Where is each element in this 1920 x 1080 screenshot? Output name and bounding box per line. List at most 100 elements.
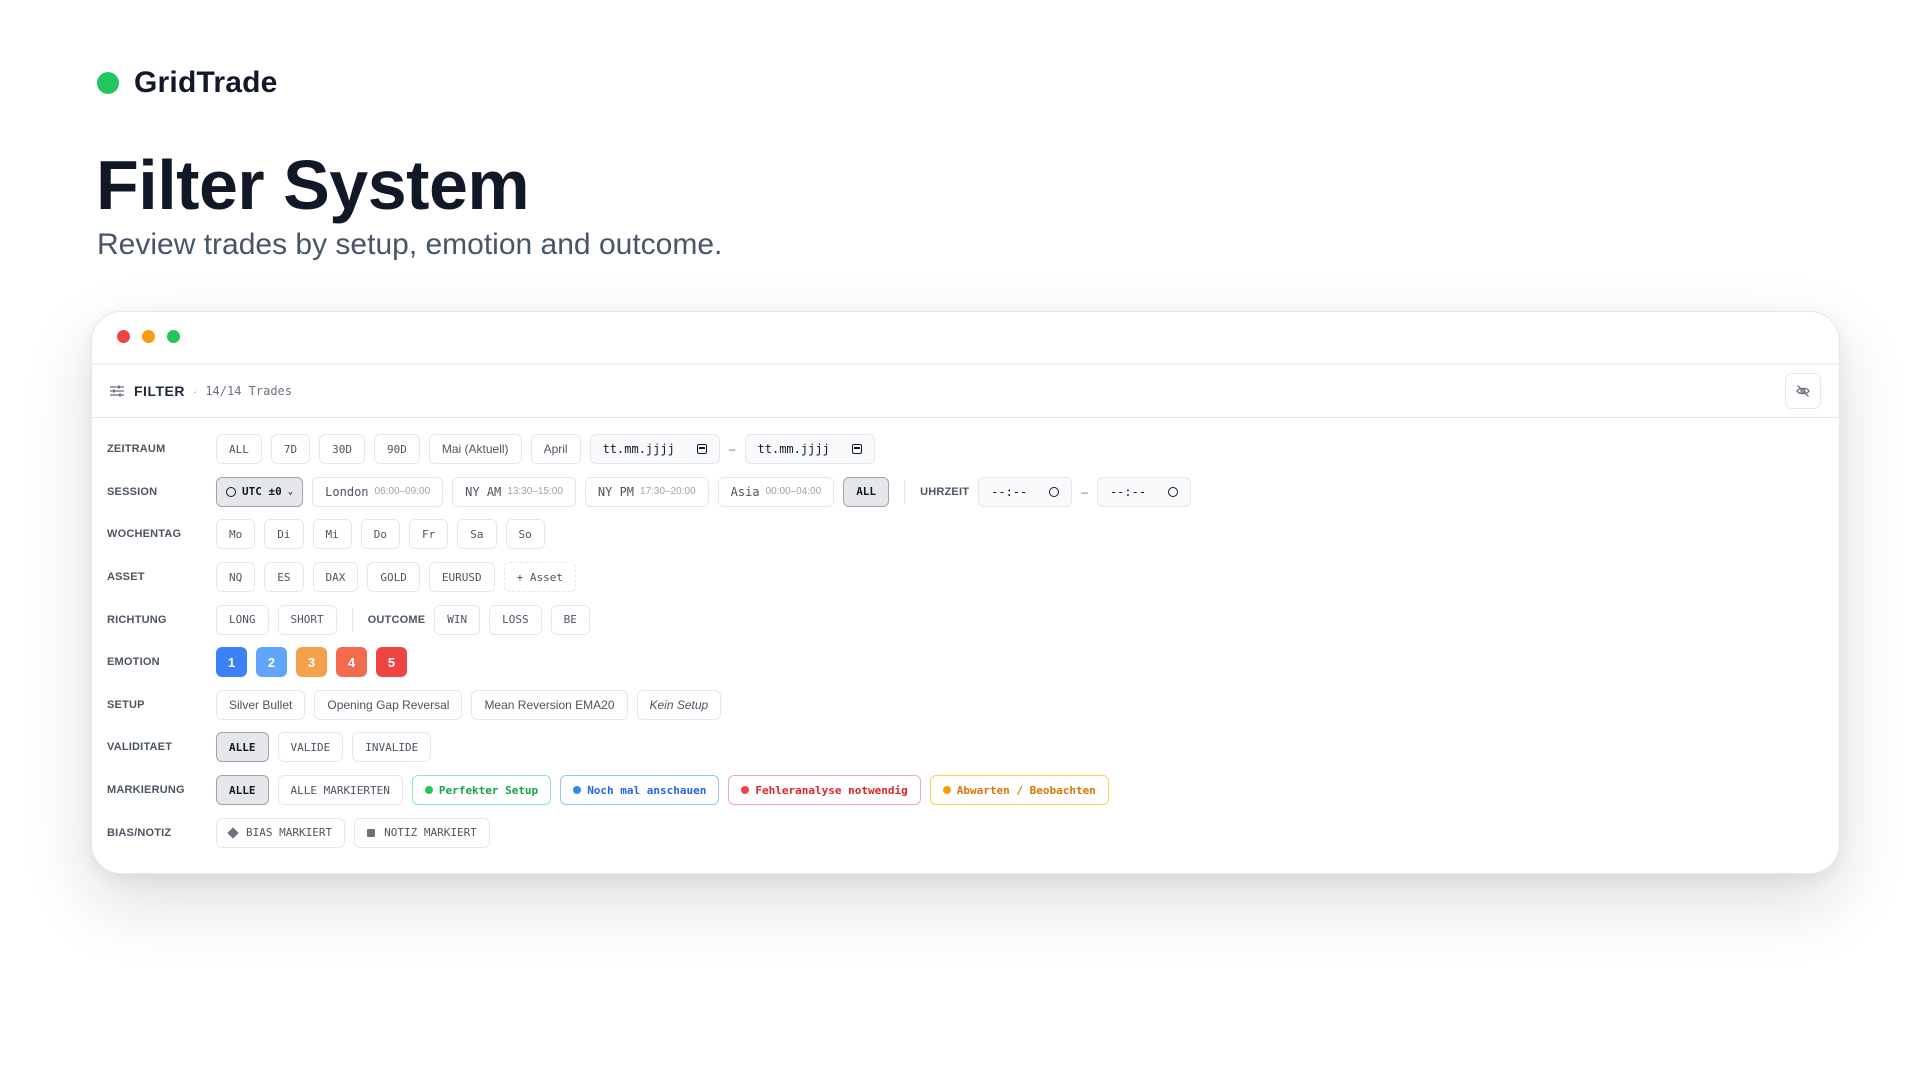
row-label-asset: ASSET <box>107 571 145 584</box>
sliders-icon <box>110 385 124 397</box>
asset-option-gold[interactable]: GOLD <box>367 562 420 593</box>
marking-tag-abwarten-beobachten[interactable]: Abwarten / Beobachten <box>929 775 1109 806</box>
zeitraum-option-all[interactable]: ALL <box>216 434 262 465</box>
session-name: Asia <box>730 484 760 499</box>
timezone-select[interactable]: UTC ±0 ⌄ <box>216 476 304 507</box>
marking-tag-label: Abwarten / Beobachten <box>956 783 1096 797</box>
direction-outcome-options: LONG SHORT OUTCOME WIN LOSS BE <box>216 604 590 635</box>
red-dot-icon <box>741 786 750 795</box>
outcome-option-be[interactable]: BE <box>550 604 590 635</box>
weekday-option-do[interactable]: Do <box>360 519 400 550</box>
row-label-markierung: MARKIERUNG <box>107 784 185 797</box>
asset-option-eurusd[interactable]: EURUSD <box>428 562 495 593</box>
row-session: SESSION UTC ±0 ⌄ London 06:00–09:00 NY A… <box>92 471 1839 514</box>
row-label-richtung: RICHTUNG <box>107 613 167 626</box>
date-from-placeholder: tt.mm.jjjj <box>602 442 675 457</box>
zeitraum-option-mai[interactable]: Mai (Aktuell) <box>428 434 522 465</box>
weekday-option-so[interactable]: So <box>505 519 545 550</box>
direction-option-short[interactable]: SHORT <box>277 604 337 635</box>
square-icon <box>367 828 376 837</box>
zeitraum-option-90d[interactable]: 90D <box>374 434 420 465</box>
weekday-option-sa[interactable]: Sa <box>457 519 497 550</box>
time-to-input[interactable]: --:-- <box>1096 476 1192 507</box>
marking-options: ALLE ALLE MARKIERTEN Perfekter Setup Noc… <box>216 775 1109 806</box>
emotion-level-4[interactable]: 4 <box>336 647 367 678</box>
asset-option-es[interactable]: ES <box>264 562 304 593</box>
session-time: 13:30–15:00 <box>507 486 563 498</box>
filter-rows: ZEITRAUM ALL 7D 30D 90D Mai (Aktuell) Ap… <box>92 418 1839 854</box>
date-from-input[interactable]: tt.mm.jjjj <box>589 434 720 465</box>
setup-option-silver-bullet[interactable]: Silver Bullet <box>216 689 306 720</box>
weekday-options: Mo Di Mi Do Fr Sa So <box>216 519 545 550</box>
row-emotion: EMOTION 1 2 3 4 5 <box>92 641 1839 684</box>
emotion-level-5[interactable]: 5 <box>376 647 407 678</box>
calendar-icon <box>696 444 707 455</box>
validity-option-valide[interactable]: VALIDE <box>277 732 344 763</box>
validity-options: ALLE VALIDE INVALIDE <box>216 732 432 763</box>
blue-dot-icon <box>573 786 582 795</box>
row-zeitraum: ZEITRAUM ALL 7D 30D 90D Mai (Aktuell) Ap… <box>92 428 1839 471</box>
brand-name: GridTrade <box>134 66 278 99</box>
setup-option-opening-gap-reversal[interactable]: Opening Gap Reversal <box>314 689 463 720</box>
session-option-ny-pm[interactable]: NY PM 17:30–20:00 <box>584 476 709 507</box>
outcome-label: OUTCOME <box>367 613 426 626</box>
row-label-setup: SETUP <box>107 698 145 711</box>
weekday-option-di[interactable]: Di <box>264 519 304 550</box>
asset-option-nq[interactable]: NQ <box>216 562 256 593</box>
session-option-asia[interactable]: Asia 00:00–04:00 <box>717 476 835 507</box>
zeitraum-option-7d[interactable]: 7D <box>270 434 311 465</box>
notiz-markiert-label: NOTIZ MARKIERT <box>384 826 477 840</box>
zeitraum-options: ALL 7D 30D 90D Mai (Aktuell) April tt.mm… <box>216 434 875 465</box>
date-to-input[interactable]: tt.mm.jjjj <box>744 434 875 465</box>
maximize-window-button[interactable] <box>167 330 180 343</box>
hide-filter-button[interactable] <box>1785 373 1821 409</box>
zeitraum-option-30d[interactable]: 30D <box>319 434 365 465</box>
diamond-icon <box>227 826 239 839</box>
setup-option-kein-setup[interactable]: Kein Setup <box>636 689 722 720</box>
calendar-icon <box>851 444 862 455</box>
outcome-option-loss[interactable]: LOSS <box>489 604 542 635</box>
weekday-option-fr[interactable]: Fr <box>409 519 449 550</box>
row-label-emotion: EMOTION <box>107 656 160 669</box>
session-divider <box>904 479 906 504</box>
row-label-wochentag: WOCHENTAG <box>107 528 182 541</box>
session-option-london[interactable]: London 06:00–09:00 <box>312 476 444 507</box>
validity-option-invalide[interactable]: INVALIDE <box>352 732 432 763</box>
time-to-value: --:-- <box>1109 484 1147 499</box>
session-options: UTC ±0 ⌄ London 06:00–09:00 NY AM 13:30–… <box>216 476 1192 507</box>
time-range-dash: – <box>1081 484 1088 499</box>
marking-option-alle[interactable]: ALLE <box>216 775 269 806</box>
emotion-level-2[interactable]: 2 <box>256 647 287 678</box>
session-option-all[interactable]: ALL <box>843 476 890 507</box>
notiz-markiert-button[interactable]: NOTIZ MARKIERT <box>354 817 490 848</box>
green-dot-icon <box>424 786 433 795</box>
marking-option-alle-markierten[interactable]: ALLE MARKIERTEN <box>277 775 403 806</box>
bias-markiert-button[interactable]: BIAS MARKIERT <box>216 817 346 848</box>
session-name: London <box>325 484 369 499</box>
marking-tag-noch-mal-anschauen[interactable]: Noch mal anschauen <box>560 775 720 806</box>
row-setup: SETUP Silver Bullet Opening Gap Reversal… <box>92 684 1839 727</box>
outcome-option-win[interactable]: WIN <box>434 604 481 635</box>
emotion-level-1[interactable]: 1 <box>216 647 247 678</box>
bias-markiert-label: BIAS MARKIERT <box>246 826 333 840</box>
add-asset-button[interactable]: + Asset <box>503 562 576 593</box>
close-window-button[interactable] <box>117 330 130 343</box>
brand: GridTrade <box>97 66 278 100</box>
weekday-option-mi[interactable]: Mi <box>312 519 352 550</box>
emotion-options: 1 2 3 4 5 <box>216 647 407 678</box>
zeitraum-option-april[interactable]: April <box>530 434 581 465</box>
row-validitaet: VALIDITAET ALLE VALIDE INVALIDE <box>92 726 1839 769</box>
time-from-input[interactable]: --:-- <box>978 476 1073 507</box>
emotion-level-3[interactable]: 3 <box>296 647 327 678</box>
direction-option-long[interactable]: LONG <box>216 604 269 635</box>
asset-option-dax[interactable]: DAX <box>312 562 359 593</box>
row-markierung: MARKIERUNG ALLE ALLE MARKIERTEN Perfekte… <box>92 769 1839 812</box>
session-option-ny-am[interactable]: NY AM 13:30–15:00 <box>452 476 576 507</box>
setup-option-mean-reversion-ema20[interactable]: Mean Reversion EMA20 <box>471 689 628 720</box>
weekday-option-mo[interactable]: Mo <box>216 519 256 550</box>
minimize-window-button[interactable] <box>142 330 155 343</box>
validity-option-alle[interactable]: ALLE <box>216 732 269 763</box>
header-separator: · <box>192 383 198 399</box>
marking-tag-perfekter-setup[interactable]: Perfekter Setup <box>411 775 552 806</box>
marking-tag-fehleranalyse-notwendig[interactable]: Fehleranalyse notwendig <box>728 775 921 806</box>
